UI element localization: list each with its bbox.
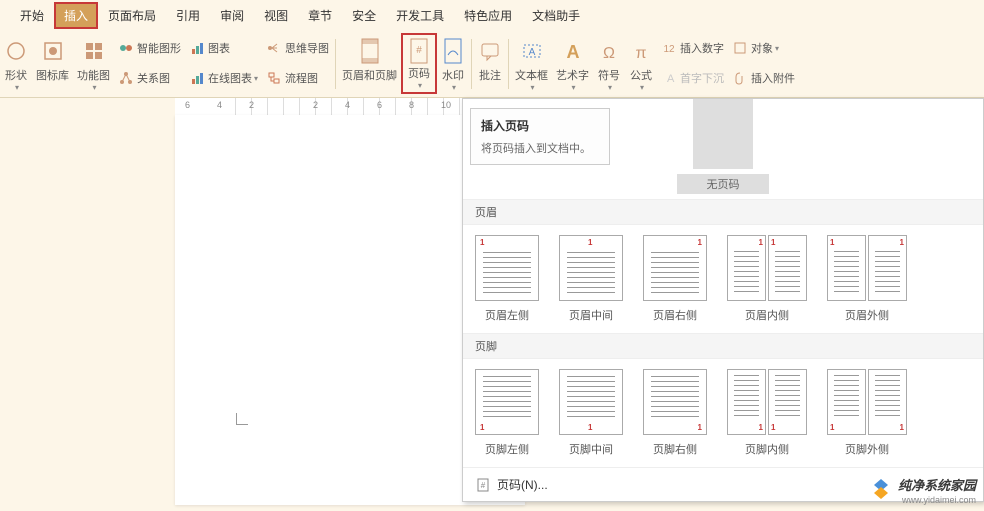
svg-text:A: A <box>528 47 535 58</box>
tooltip-title: 插入页码 <box>481 117 599 134</box>
flowchart-button[interactable]: 流程图 <box>262 68 333 88</box>
comment-button[interactable]: 批注 <box>474 33 506 94</box>
iconlib-label: 图标库 <box>36 67 69 83</box>
tab-security[interactable]: 安全 <box>342 2 386 29</box>
object-button[interactable]: 对象▾ <box>728 38 799 58</box>
svg-text:A: A <box>667 73 675 85</box>
site-watermark: 纯净系统家园 www.yidaimei.com <box>868 475 976 505</box>
svg-text:12: 12 <box>663 44 675 55</box>
tab-review[interactable]: 审阅 <box>210 2 254 29</box>
function-chart-button[interactable]: 功能图▾ <box>73 33 114 94</box>
mindmap-button[interactable]: 思维导图 <box>262 38 333 58</box>
page-margin-corner <box>236 413 248 425</box>
footer-left-option[interactable]: 1 页脚左侧 <box>475 369 539 457</box>
mindmap-icon <box>266 40 282 56</box>
footer-center-option[interactable]: 1 页脚中间 <box>559 369 623 457</box>
tab-layout[interactable]: 页面布局 <box>98 2 166 29</box>
formula-icon: π <box>629 35 653 67</box>
relation-button[interactable]: 关系图 <box>114 68 185 88</box>
page-number-tooltip: 插入页码 将页码插入到文档中。 <box>470 108 610 165</box>
textbox-icon: A <box>520 35 544 67</box>
svg-text:Ω: Ω <box>603 45 615 62</box>
attachment-button[interactable]: 插入附件 <box>728 68 799 88</box>
header-footer-icon <box>358 35 382 67</box>
object-icon <box>732 40 748 56</box>
header-inside-option[interactable]: 1 1 页眉内侧 <box>727 235 807 323</box>
smart-graphic-button[interactable]: 智能图形 <box>114 38 185 58</box>
flowchart-icon <box>266 70 282 86</box>
online-chart-button[interactable]: 在线图表▾ <box>185 68 262 88</box>
dropcap-icon: A <box>661 70 677 86</box>
shape-button[interactable]: 形状▾ <box>0 33 32 94</box>
footer-outside-option[interactable]: 1 1 页脚外侧 <box>827 369 907 457</box>
page-number-label: 页码 <box>408 65 430 81</box>
tab-chapter[interactable]: 章节 <box>298 2 342 29</box>
iconlib-icon <box>41 35 65 67</box>
svg-text:#: # <box>481 481 486 490</box>
tab-assistant[interactable]: 文档助手 <box>522 2 590 29</box>
ribbon: 形状▾ 图标库 功能图▾ 智能图形 关系图 图表 在线图表▾ 思维导图 流程图 … <box>0 30 984 98</box>
symbol-icon: Ω <box>597 35 621 67</box>
tab-view[interactable]: 视图 <box>254 2 298 29</box>
watermark-url: www.yidaimei.com <box>898 495 976 505</box>
no-page-number-option[interactable]: 无页码 <box>677 99 769 194</box>
smart-graphic-icon <box>118 40 134 56</box>
attachment-icon <box>732 70 748 86</box>
footer-section-label: 页脚 <box>463 333 983 359</box>
header-section-label: 页眉 <box>463 199 983 225</box>
watermark-text: 纯净系统家园 <box>898 478 976 493</box>
symbol-label: 符号 <box>598 67 620 83</box>
watermark-logo-icon <box>868 477 894 503</box>
watermark-label: 水印 <box>442 67 464 83</box>
header-right-option[interactable]: 1 页眉右侧 <box>643 235 707 323</box>
svg-text:π: π <box>635 45 646 62</box>
tooltip-desc: 将页码插入到文档中。 <box>481 140 599 156</box>
chart-button[interactable]: 图表 <box>185 38 262 58</box>
header-footer-label: 页眉和页脚 <box>342 67 397 83</box>
textbox-button[interactable]: A 文本框▾ <box>511 33 552 94</box>
tab-bar: 开始 插入 页面布局 引用 审阅 视图 章节 安全 开发工具 特色应用 文档助手 <box>0 0 984 30</box>
textbox-label: 文本框 <box>515 67 548 83</box>
header-outside-option[interactable]: 1 1 页眉外侧 <box>827 235 907 323</box>
comment-label: 批注 <box>479 67 501 83</box>
header-center-option[interactable]: 1 页眉中间 <box>559 235 623 323</box>
insert-number-button[interactable]: 12插入数字 <box>657 38 728 58</box>
header-footer-button[interactable]: 页眉和页脚 <box>338 33 401 94</box>
no-page-preview <box>693 99 753 169</box>
chart-icon <box>189 40 205 56</box>
footer-options-row: 1 页脚左侧 1 页脚中间 1 页脚右侧 1 1 页脚内侧 1 1 页脚外侧 <box>463 359 983 467</box>
tab-special[interactable]: 特色应用 <box>454 2 522 29</box>
svg-text:A: A <box>566 42 579 62</box>
formula-button[interactable]: π 公式▾ <box>625 33 657 94</box>
function-chart-label: 功能图 <box>77 67 110 83</box>
svg-text:#: # <box>416 45 422 56</box>
page-number-dialog-icon: # <box>475 477 491 493</box>
tab-reference[interactable]: 引用 <box>166 2 210 29</box>
relation-icon <box>118 70 134 86</box>
tab-devtools[interactable]: 开发工具 <box>386 2 454 29</box>
page-number-icon: # <box>407 37 431 65</box>
page-number-button[interactable]: # 页码▾ <box>401 33 437 94</box>
comment-icon <box>478 35 502 67</box>
header-options-row: 1 页眉左侧 1 页眉中间 1 页眉右侧 1 1 页眉内侧 1 1 页眉外侧 <box>463 225 983 333</box>
footer-inside-option[interactable]: 1 1 页脚内侧 <box>727 369 807 457</box>
wordart-label: 艺术字 <box>556 67 589 83</box>
iconlib-button[interactable]: 图标库 <box>32 33 73 94</box>
tab-insert[interactable]: 插入 <box>54 2 98 29</box>
function-chart-icon <box>82 35 106 67</box>
wordart-button[interactable]: A 艺术字▾ <box>552 33 593 94</box>
online-chart-icon <box>189 70 205 86</box>
footer-right-option[interactable]: 1 页脚右侧 <box>643 369 707 457</box>
shape-label: 形状 <box>5 67 27 83</box>
formula-label: 公式 <box>630 67 652 83</box>
dropcap-button[interactable]: A首字下沉 <box>657 68 728 88</box>
insert-number-icon: 12 <box>661 40 677 56</box>
watermark-icon <box>441 35 465 67</box>
watermark-button[interactable]: 水印▾ <box>437 33 469 94</box>
wordart-icon: A <box>561 35 585 67</box>
shape-icon <box>4 35 28 67</box>
symbol-button[interactable]: Ω 符号▾ <box>593 33 625 94</box>
header-left-option[interactable]: 1 页眉左侧 <box>475 235 539 323</box>
tab-start[interactable]: 开始 <box>10 2 54 29</box>
